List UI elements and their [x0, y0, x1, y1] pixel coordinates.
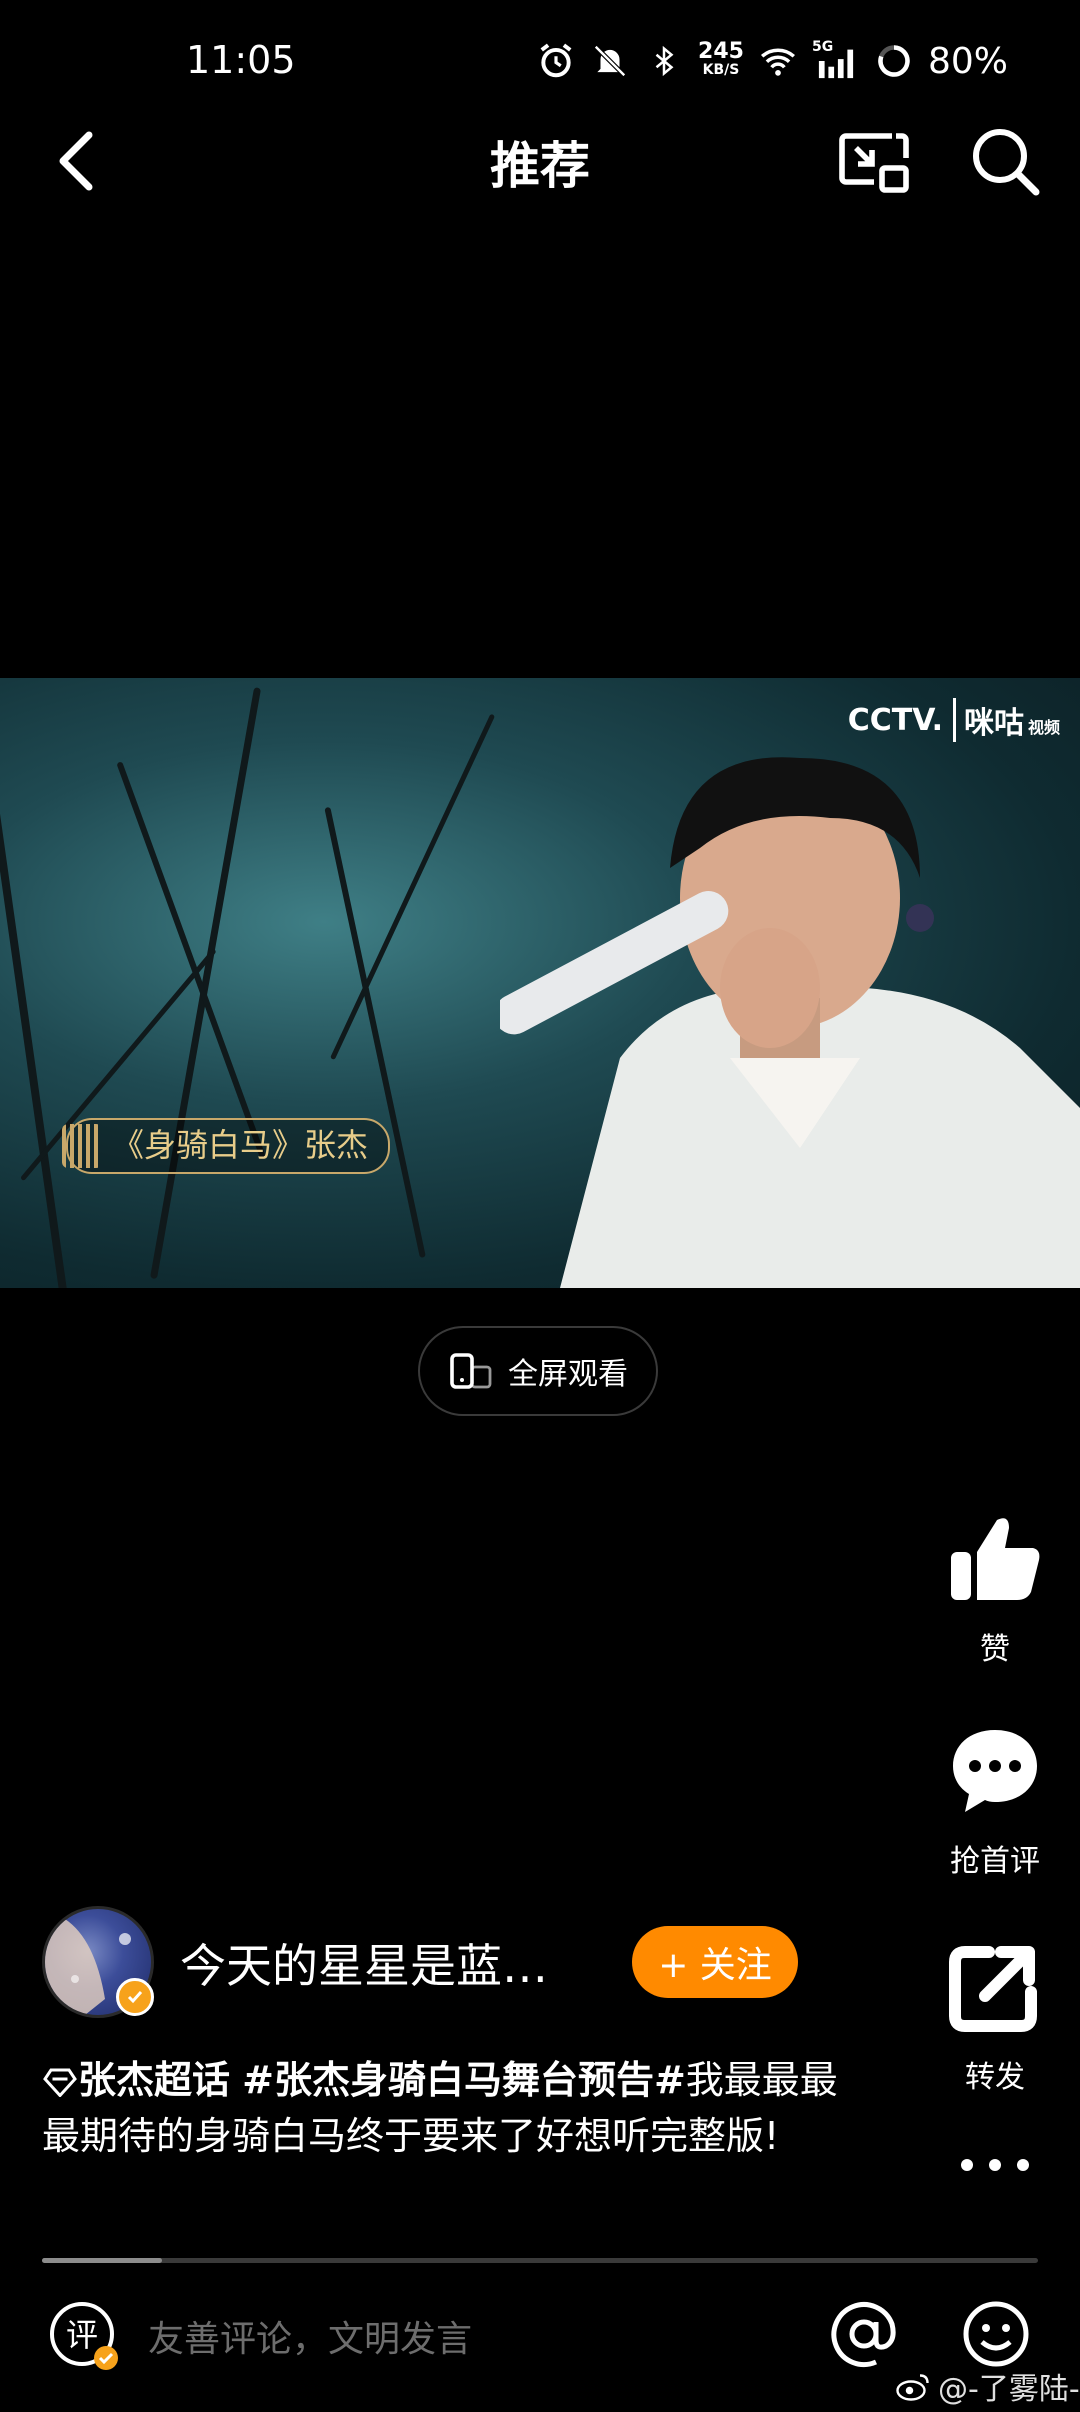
- weibo-logo-icon: [896, 2374, 929, 2401]
- diamond-icon: [43, 2068, 77, 2098]
- battery-level: 80%: [927, 40, 1008, 82]
- singer-figure: [500, 757, 1080, 1288]
- author-name[interactable]: 今天的星星是蓝…: [180, 1930, 548, 1996]
- song-title-badge: 《身骑白马》张杰: [62, 1118, 391, 1174]
- share-icon: [949, 1946, 1037, 2032]
- smiley-icon: [963, 2301, 1029, 2367]
- more-button[interactable]: [935, 2150, 1055, 2190]
- share-label: 转发: [965, 2060, 1025, 2095]
- mute-icon: [590, 41, 630, 81]
- verified-badge: [116, 1978, 154, 2016]
- comment-input[interactable]: 友善评论，文明发言: [148, 2310, 472, 2362]
- comment-bubble-icon: [953, 1730, 1037, 1812]
- status-icons: 245 KB/S 5G 80%: [536, 34, 1008, 88]
- fullscreen-button[interactable]: 全屏观看: [418, 1326, 658, 1416]
- progress-fill: [42, 2258, 162, 2263]
- search-icon: [973, 129, 1040, 196]
- at-icon: [831, 2302, 896, 2368]
- checkmark-icon: [127, 1991, 143, 2004]
- comment-input-icon[interactable]: 评: [48, 2300, 120, 2372]
- rotate-phone-icon: [450, 1353, 492, 1389]
- weibo-watermark: @-了雾陆-: [896, 2364, 1080, 2408]
- svg-text:评: 评: [66, 2316, 98, 2354]
- alarm-icon: [536, 41, 576, 81]
- page-title: 推荐: [490, 137, 590, 195]
- like-button[interactable]: 赞: [935, 1508, 1055, 1668]
- comment-label: 抢首评: [950, 1844, 1040, 1879]
- cellular-icon: 5G: [812, 39, 860, 81]
- like-label: 赞: [980, 1632, 1010, 1667]
- network-speed: 245 KB/S: [698, 39, 744, 79]
- wifi-icon: [758, 41, 798, 81]
- progress-track[interactable]: [42, 2258, 1038, 2263]
- tree-branch: [330, 713, 496, 1061]
- broadcaster-logo: CCTV. 咪咕 视频: [848, 698, 1060, 742]
- bluetooth-icon: [644, 41, 684, 81]
- battery-ring-icon: [874, 41, 914, 81]
- fullscreen-label: 全屏观看: [508, 1357, 628, 1392]
- tree-branch: [0, 781, 68, 1288]
- video-player[interactable]: CCTV. 咪咕 视频 《身骑白马》张杰: [0, 678, 1080, 1288]
- tree-branch: [324, 806, 426, 1258]
- post-caption: 张杰超话 #张杰身骑白马舞台预告#我最最最最期待的身骑白马终于要来了好想听完整版…: [42, 2052, 862, 2164]
- disc-icon: [62, 1124, 102, 1168]
- picture-in-picture-button[interactable]: [836, 130, 912, 196]
- review-icon: 评: [50, 2302, 118, 2370]
- pip-icon: [839, 133, 909, 193]
- status-time: 11:05: [186, 38, 296, 82]
- emoji-button[interactable]: [960, 2298, 1034, 2372]
- tree-branch: [116, 761, 266, 1158]
- more-dots-icon: [961, 2159, 1029, 2171]
- search-button[interactable]: [970, 126, 1040, 196]
- thumbs-up-icon: [951, 1518, 1040, 1600]
- hashtag-link[interactable]: #张杰身骑白马舞台预告#: [242, 2058, 686, 2102]
- super-topic-link[interactable]: 张杰超话: [78, 2058, 230, 2102]
- comment-button[interactable]: 抢首评: [935, 1720, 1055, 1880]
- follow-button[interactable]: + 关注: [632, 1926, 798, 1998]
- share-button[interactable]: 转发: [935, 1936, 1055, 2096]
- mention-button[interactable]: [828, 2298, 902, 2372]
- tree-branch: [150, 687, 262, 1280]
